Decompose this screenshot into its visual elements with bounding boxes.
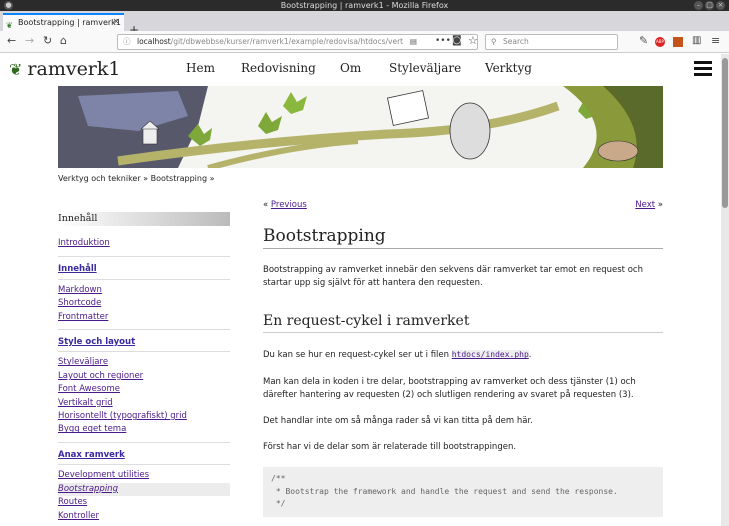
tab-close-icon[interactable]: × xyxy=(112,15,120,30)
sidebar-toggle-icon[interactable]: ▥ xyxy=(692,35,701,47)
reader-view-icon[interactable]: ▤ xyxy=(405,35,417,49)
close-window-icon[interactable]: × xyxy=(716,1,725,10)
tab-bar: ❦ Bootstrapping | ramverk1 × + xyxy=(0,11,729,37)
extension-icon[interactable] xyxy=(673,37,683,47)
page-title: Bootstrapping xyxy=(263,226,663,249)
adblock-icon[interactable]: ABP xyxy=(655,37,665,47)
bookmark-star-icon[interactable]: ☆ xyxy=(468,35,478,47)
search-icon: ⚲ xyxy=(491,37,497,46)
previous-link[interactable]: Previous xyxy=(271,200,307,210)
page-scrollbar[interactable] xyxy=(721,54,729,526)
menu-item-verktyg[interactable]: Verktyg xyxy=(485,61,532,75)
tab-bootstrapping[interactable]: ❦ Bootstrapping | ramverk1 × xyxy=(3,13,124,31)
menu-item-stylevaljare[interactable]: Styleväljare xyxy=(389,61,461,75)
window-title: Bootstrapping | ramverk1 - Mozilla Firef… xyxy=(280,1,449,10)
page-info-icon[interactable]: ⓘ xyxy=(123,35,131,49)
lines-paragraph: Det handlar inte om så många rader så vi… xyxy=(263,416,533,427)
search-input[interactable]: ⚲ Search xyxy=(485,34,618,50)
sidebar-link-shortcode[interactable]: Shortcode xyxy=(58,297,230,310)
pager: « Previous Next » xyxy=(263,200,663,212)
sidebar-link-bootstrapping[interactable]: Bootstrapping xyxy=(58,482,230,497)
menu-item-om[interactable]: Om xyxy=(340,61,361,75)
url-bar[interactable]: ⓘ localhost/git/dbwebbse/kurser/ramverk1… xyxy=(117,34,478,50)
window-titlebar: ● Bootstrapping | ramverk1 - Mozilla Fir… xyxy=(0,0,729,11)
forward-icon[interactable]: → xyxy=(25,35,34,47)
next-link[interactable]: Next xyxy=(635,200,655,210)
header-banner-image xyxy=(58,86,663,168)
hamburger-menu-icon[interactable]: ≡ xyxy=(711,35,720,47)
site-hamburger-icon[interactable] xyxy=(694,61,712,76)
menu-item-hem[interactable]: Hem xyxy=(186,61,215,75)
navigation-toolbar: ← → ↻ ⌂ ⓘ localhost/git/dbwebbse/kurser/… xyxy=(0,31,729,53)
maximize-icon[interactable]: □ xyxy=(705,1,714,10)
three-parts-paragraph: Man kan dela in koden i tre delar, boots… xyxy=(263,376,636,400)
page-actions-icon[interactable]: ••• xyxy=(435,35,451,47)
tab-title: Bootstrapping | ramverk1 xyxy=(18,18,121,27)
minimize-icon[interactable]: – xyxy=(694,1,703,10)
sidebar-link-introduktion[interactable]: Introduktion xyxy=(58,237,230,250)
url-path: /git/dbwebbse/kurser/ramverk1/example/re… xyxy=(170,37,404,46)
sidebar-link-dev-utilities[interactable]: Development utilities xyxy=(58,469,230,482)
request-cycle-paragraph: Du kan se hur en request-cykel ser ut i … xyxy=(263,350,532,361)
back-icon[interactable]: ← xyxy=(7,35,16,47)
sidebar-link-fontawesome[interactable]: Font Awesome xyxy=(58,383,230,396)
article: « Previous Next » Bootstrapping Bootstra… xyxy=(263,200,663,517)
pager-next: Next » xyxy=(635,200,663,210)
sidebar-link-kontroller[interactable]: Kontroller xyxy=(58,510,230,523)
search-placeholder: Search xyxy=(503,37,529,46)
bootstrap-parts-paragraph: Först har vi de delar som är relaterade … xyxy=(263,442,517,453)
url-host: localhost xyxy=(137,37,171,46)
sidebar-link-vertikalt-grid[interactable]: Vertikalt grid xyxy=(58,397,230,410)
sidebar-link-frontmatter[interactable]: Frontmatter xyxy=(58,311,230,324)
home-icon[interactable]: ⌂ xyxy=(60,35,67,47)
menu-item-redovisning[interactable]: Redovisning xyxy=(241,61,316,75)
code-block: /** * Bootstrap the framework and handle… xyxy=(263,467,663,517)
sidebar-section-anax[interactable]: Anax ramverk xyxy=(58,449,230,466)
breadcrumb[interactable]: Verktyg och tekniker » Bootstrapping » xyxy=(58,174,215,183)
sidebar-link-horisontellt-grid[interactable]: Horisontellt (typografiskt) grid xyxy=(58,410,230,423)
sidebar-title: Innehåll xyxy=(58,212,230,226)
index-php-link[interactable]: htdocs/index.php xyxy=(451,350,529,360)
sidebar-section-innehall[interactable]: Innehåll xyxy=(58,263,230,280)
site-logo[interactable]: ❦ ramverk1 xyxy=(9,58,121,80)
page-viewport: ❦ ramverk1 Hem Redovisning Om Styleväljar… xyxy=(0,54,721,526)
reload-icon[interactable]: ↻ xyxy=(43,35,52,47)
sidebar-link-markdown[interactable]: Markdown xyxy=(58,284,230,297)
sidebar-link-bygg-tema[interactable]: Bygg eget tema xyxy=(58,423,230,436)
window-menu-icon[interactable]: ● xyxy=(4,1,13,10)
sidebar-link-routes[interactable]: Routes xyxy=(58,496,230,509)
pager-prev: « Previous xyxy=(263,200,307,210)
leaf-logo-icon: ❦ xyxy=(9,60,23,79)
sidebar-link-layout[interactable]: Layout och regioner xyxy=(58,370,230,383)
sidebar-section-style[interactable]: Style och layout xyxy=(58,336,230,353)
sidebar-toc: Innehåll Introduktion Innehåll Markdown … xyxy=(58,212,230,523)
intro-paragraph: Bootstrapping av ramverket innebär den s… xyxy=(263,265,643,289)
site-name: ramverk1 xyxy=(27,58,121,80)
eyedropper-icon[interactable]: ✎ xyxy=(639,35,648,47)
section-heading: En request-cykel i ramverket xyxy=(263,313,663,334)
scrollbar-thumb[interactable] xyxy=(722,58,728,208)
pocket-icon[interactable]: ◙ xyxy=(452,35,462,47)
sidebar-link-stylevaljare[interactable]: Styleväljare xyxy=(58,356,230,369)
